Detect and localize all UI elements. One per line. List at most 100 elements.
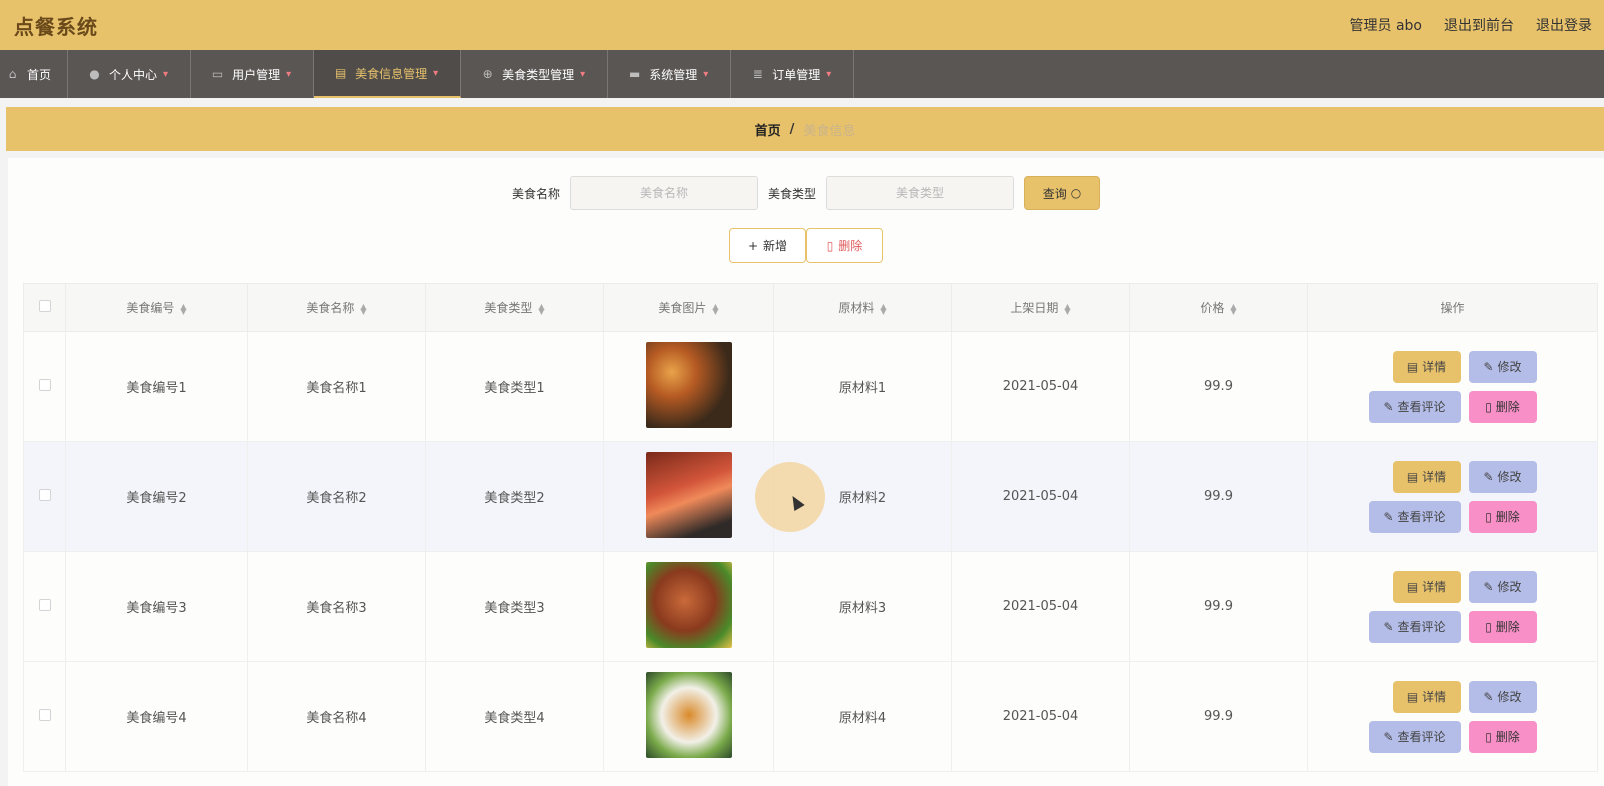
nav-item-food-type[interactable]: ⊕ 美食类型管理 ▾ [461, 50, 609, 98]
top-header: 点餐系统 管理员 abo 退出到前台 退出登录 [0, 0, 1604, 50]
row-checkbox[interactable] [38, 488, 51, 501]
sort-icon[interactable]: ▲ ▼ [712, 302, 718, 315]
cell-image [603, 661, 774, 772]
view-reviews-button[interactable]: ✎ 查看评论 [1368, 500, 1461, 533]
food-image[interactable] [645, 451, 732, 538]
edit-button[interactable]: ✎ 修改 [1468, 460, 1537, 493]
header-label: 价格 [1200, 301, 1225, 315]
nav-label: 订单管理 [772, 67, 821, 82]
pencil-icon: ✎ [1483, 469, 1494, 484]
table-row: 美食编号3 美食名称3 美食类型3 原材料3 2021-05-04 99.9 ▤… [23, 551, 1598, 662]
header-label: 上架日期 [1010, 301, 1059, 315]
select-all-checkbox[interactable] [38, 300, 51, 312]
delete-button[interactable]: ▯ 删除 [1468, 390, 1537, 423]
view-reviews-button[interactable]: ✎ 查看评论 [1368, 390, 1461, 423]
food-image[interactable] [645, 671, 732, 758]
breadcrumb-home[interactable]: 首页 [755, 120, 781, 139]
detail-button[interactable]: ▤ 详情 [1392, 570, 1461, 603]
sort-icon[interactable]: ▲ ▼ [880, 302, 886, 315]
food-name-input[interactable]: 美食名称 [570, 176, 758, 210]
select-all-cell[interactable] [23, 283, 66, 332]
cell-material: 原材料1 [773, 331, 952, 442]
nav-item-food-info[interactable]: ▤ 美食信息管理 ▾ [314, 50, 462, 98]
edit-button[interactable]: ✎ 修改 [1468, 350, 1537, 383]
to-front-link[interactable]: 退出到前台 [1444, 15, 1514, 35]
view-reviews-button[interactable]: ✎ 查看评论 [1368, 720, 1461, 753]
sort-icon[interactable]: ▲ ▼ [1064, 302, 1070, 315]
edit-button[interactable]: ✎ 修改 [1468, 680, 1537, 713]
header-code[interactable]: 美食编号 ▲ ▼ [65, 283, 248, 332]
pencil-icon: ✎ [1383, 729, 1394, 744]
sort-icon[interactable]: ▲ ▼ [180, 302, 186, 315]
cell-ops: ▤ 详情 ✎ 修改 ✎ 查看评论 ▯ 删除 [1307, 661, 1598, 772]
header-label: 美食名称 [306, 301, 355, 315]
delete-button[interactable]: ▯ 删除 [1468, 720, 1537, 753]
chevron-down-icon: ▾ [163, 68, 169, 80]
document-icon: ▤ [1406, 359, 1419, 374]
header-type[interactable]: 美食类型 ▲ ▼ [425, 283, 604, 332]
row-select-cell[interactable] [23, 441, 66, 552]
nav-item-system[interactable]: ▬ 系统管理 ▾ [608, 50, 732, 98]
detail-button[interactable]: ▤ 详情 [1392, 680, 1461, 713]
delete-button[interactable]: ▯ 删除 [1468, 500, 1537, 533]
cell-code: 美食编号3 [65, 551, 248, 662]
header-label: 原材料 [838, 301, 875, 315]
cell-price: 99.9 [1129, 661, 1308, 772]
delete-button[interactable]: ▯ 删除 [1468, 610, 1537, 643]
row-select-cell[interactable] [23, 661, 66, 772]
query-button[interactable]: 查询 ○ [1024, 176, 1101, 210]
food-type-label: 美食类型 [768, 186, 817, 201]
header-image[interactable]: 美食图片 ▲ ▼ [603, 283, 774, 332]
breadcrumb-current: 美食信息 [803, 123, 856, 139]
table-row: 美食编号1 美食名称1 美食类型1 原材料1 2021-05-04 99.9 ▤… [23, 331, 1598, 442]
nav-item-home[interactable]: ⌂ 首页 [0, 50, 69, 98]
clipboard-icon: ▤ [334, 65, 347, 80]
cell-type: 美食类型4 [425, 661, 604, 772]
table-actions: + 新增 ▯ 删除 [8, 228, 1604, 263]
edit-label: 修改 [1497, 470, 1522, 484]
cell-ops: ▤ 详情 ✎ 修改 ✎ 查看评论 ▯ 删除 [1307, 331, 1598, 442]
cell-image [603, 331, 774, 442]
table-row: 美食编号4 美食名称4 美食类型4 原材料4 2021-05-04 99.9 ▤… [23, 661, 1598, 772]
pencil-icon: ✎ [1483, 689, 1494, 704]
row-select-cell[interactable] [23, 331, 66, 442]
document-icon: ▤ [1406, 579, 1419, 594]
cell-date: 2021-05-04 [951, 331, 1130, 442]
nav-item-users[interactable]: ▭ 用户管理 ▾ [191, 50, 315, 98]
nav-item-orders[interactable]: ≣ 订单管理 ▾ [731, 50, 855, 98]
aim-icon: ⊕ [482, 66, 493, 81]
row-select-cell[interactable] [23, 551, 66, 662]
nav-label: 用户管理 [232, 67, 281, 82]
detail-button[interactable]: ▤ 详情 [1392, 460, 1461, 493]
batch-delete-button[interactable]: ▯ 删除 [806, 228, 883, 263]
cell-name: 美食名称4 [247, 661, 426, 772]
pencil-icon: ✎ [1483, 359, 1494, 374]
food-image[interactable] [645, 561, 732, 648]
view-reviews-button[interactable]: ✎ 查看评论 [1368, 610, 1461, 643]
food-image[interactable] [645, 341, 732, 428]
logout-link[interactable]: 退出登录 [1536, 15, 1592, 35]
pencil-icon: ✎ [1383, 399, 1394, 414]
food-type-input[interactable]: 美食类型 [826, 176, 1015, 210]
cell-ops: ▤ 详情 ✎ 修改 ✎ 查看评论 ▯ 删除 [1307, 441, 1598, 552]
cell-code: 美食编号2 [65, 441, 248, 552]
add-button[interactable]: + 新增 [729, 228, 806, 263]
header-date[interactable]: 上架日期 ▲ ▼ [951, 283, 1130, 332]
header-material[interactable]: 原材料 ▲ ▼ [773, 283, 952, 332]
edit-button[interactable]: ✎ 修改 [1468, 570, 1537, 603]
header-price[interactable]: 价格 ▲ ▼ [1129, 283, 1308, 332]
header-name[interactable]: 美食名称 ▲ ▼ [247, 283, 426, 332]
sort-icon[interactable]: ▲ ▼ [360, 302, 366, 315]
trash-icon: ▯ [1485, 729, 1492, 744]
sort-icon[interactable]: ▲ ▼ [538, 302, 544, 315]
nav-item-profile[interactable]: ● 个人中心 ▾ [68, 50, 192, 98]
cell-material: 原材料3 [773, 551, 952, 662]
row-checkbox[interactable] [38, 598, 51, 611]
main-nav: ⌂ 首页 ● 个人中心 ▾ ▭ 用户管理 ▾ ▤ 美食信息管理 ▾ ⊕ 美食类型… [0, 50, 1604, 98]
row-checkbox[interactable] [38, 708, 51, 721]
nav-label: 个人中心 [109, 67, 158, 82]
row-checkbox[interactable] [38, 378, 51, 391]
sort-icon[interactable]: ▲ ▼ [1230, 302, 1236, 315]
review-label: 查看评论 [1397, 510, 1446, 524]
detail-button[interactable]: ▤ 详情 [1392, 350, 1461, 383]
